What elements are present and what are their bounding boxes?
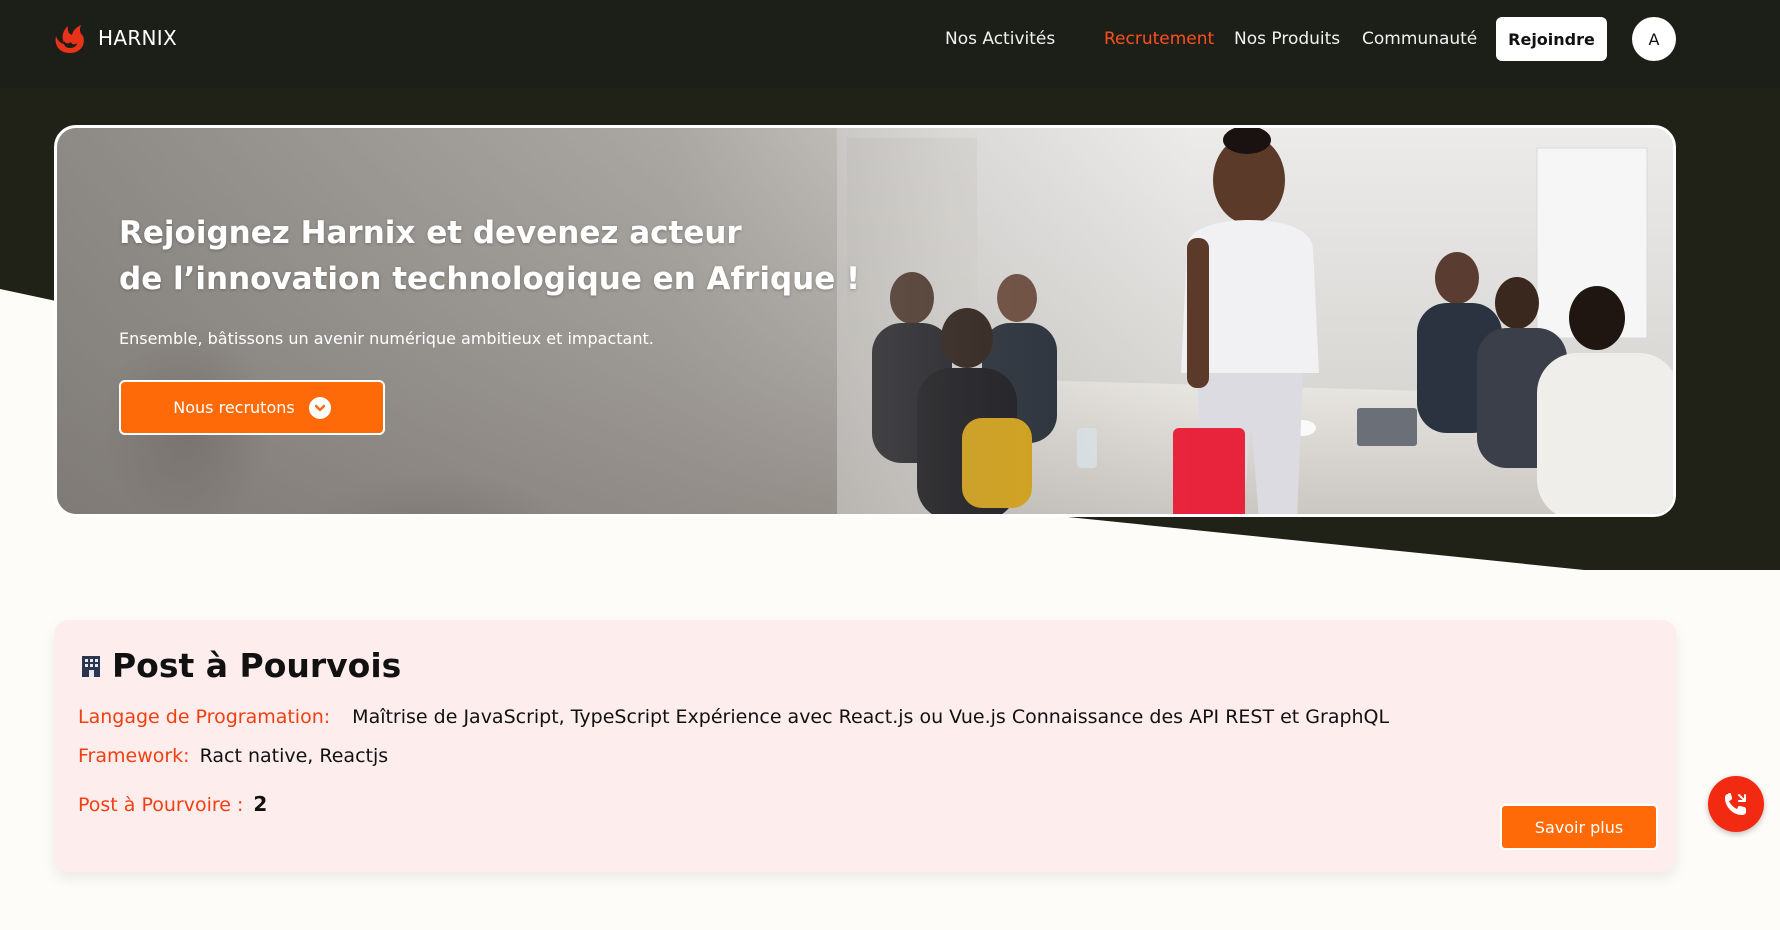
job-card-title: Post à Pourvois xyxy=(112,646,402,685)
hero-title: Rejoignez Harnix et devenez acteur de l’… xyxy=(119,210,861,302)
openings-label: Post à Pourvoire : xyxy=(78,794,244,816)
brand-name: HARNIX xyxy=(98,26,177,50)
office-building-icon xyxy=(82,655,100,677)
hero-overlay xyxy=(57,128,1673,514)
top-navbar: HARNIX Nos Activités Recrutement Nos Pro… xyxy=(0,0,1780,88)
hero-title-line-2: de l’innovation technologique en Afrique… xyxy=(119,261,861,297)
hiring-cta-button[interactable]: Nous recrutons xyxy=(119,380,385,435)
join-button[interactable]: Rejoindre xyxy=(1496,17,1607,61)
framework-row: Framework: Ract native, Reactjs xyxy=(78,745,388,767)
nav-link-produits[interactable]: Nos Produits xyxy=(1234,29,1340,49)
language-value: Maîtrise de JavaScript, TypeScript Expér… xyxy=(352,706,1390,728)
phoenix-logo-icon xyxy=(55,25,84,53)
job-card-header: Post à Pourvois xyxy=(78,646,401,685)
nav-link-recrutement[interactable]: Recrutement xyxy=(1104,29,1214,49)
openings-count: 2 xyxy=(253,792,268,816)
call-button[interactable] xyxy=(1708,776,1764,832)
framework-value: Ract native, Reactjs xyxy=(199,745,389,767)
nav-link-communaute[interactable]: Communauté xyxy=(1362,29,1477,49)
avatar[interactable]: A xyxy=(1632,17,1676,61)
hiring-cta-label: Nous recrutons xyxy=(173,398,295,417)
hero-title-line-1: Rejoignez Harnix et devenez acteur xyxy=(119,215,742,251)
hero-subtitle: Ensemble, bâtissons un avenir numérique … xyxy=(119,329,654,348)
language-label: Langage de Programation: xyxy=(78,706,331,728)
brand-home-link[interactable]: HARNIX xyxy=(52,20,177,56)
phone-icon xyxy=(1725,793,1746,815)
openings-row: Post à Pourvoire : 2 xyxy=(78,792,267,816)
hero-banner: Rejoignez Harnix et devenez acteur de l’… xyxy=(54,125,1676,517)
language-row: Langage de Programation: Maîtrise de Jav… xyxy=(78,706,1389,728)
chevron-down-icon xyxy=(308,396,331,419)
job-offer-card: Post à Pourvois Langage de Programation:… xyxy=(54,620,1676,872)
nav-link-activites[interactable]: Nos Activités xyxy=(945,29,1055,49)
learn-more-button[interactable]: Savoir plus xyxy=(1500,804,1658,850)
framework-label: Framework: xyxy=(78,745,190,767)
